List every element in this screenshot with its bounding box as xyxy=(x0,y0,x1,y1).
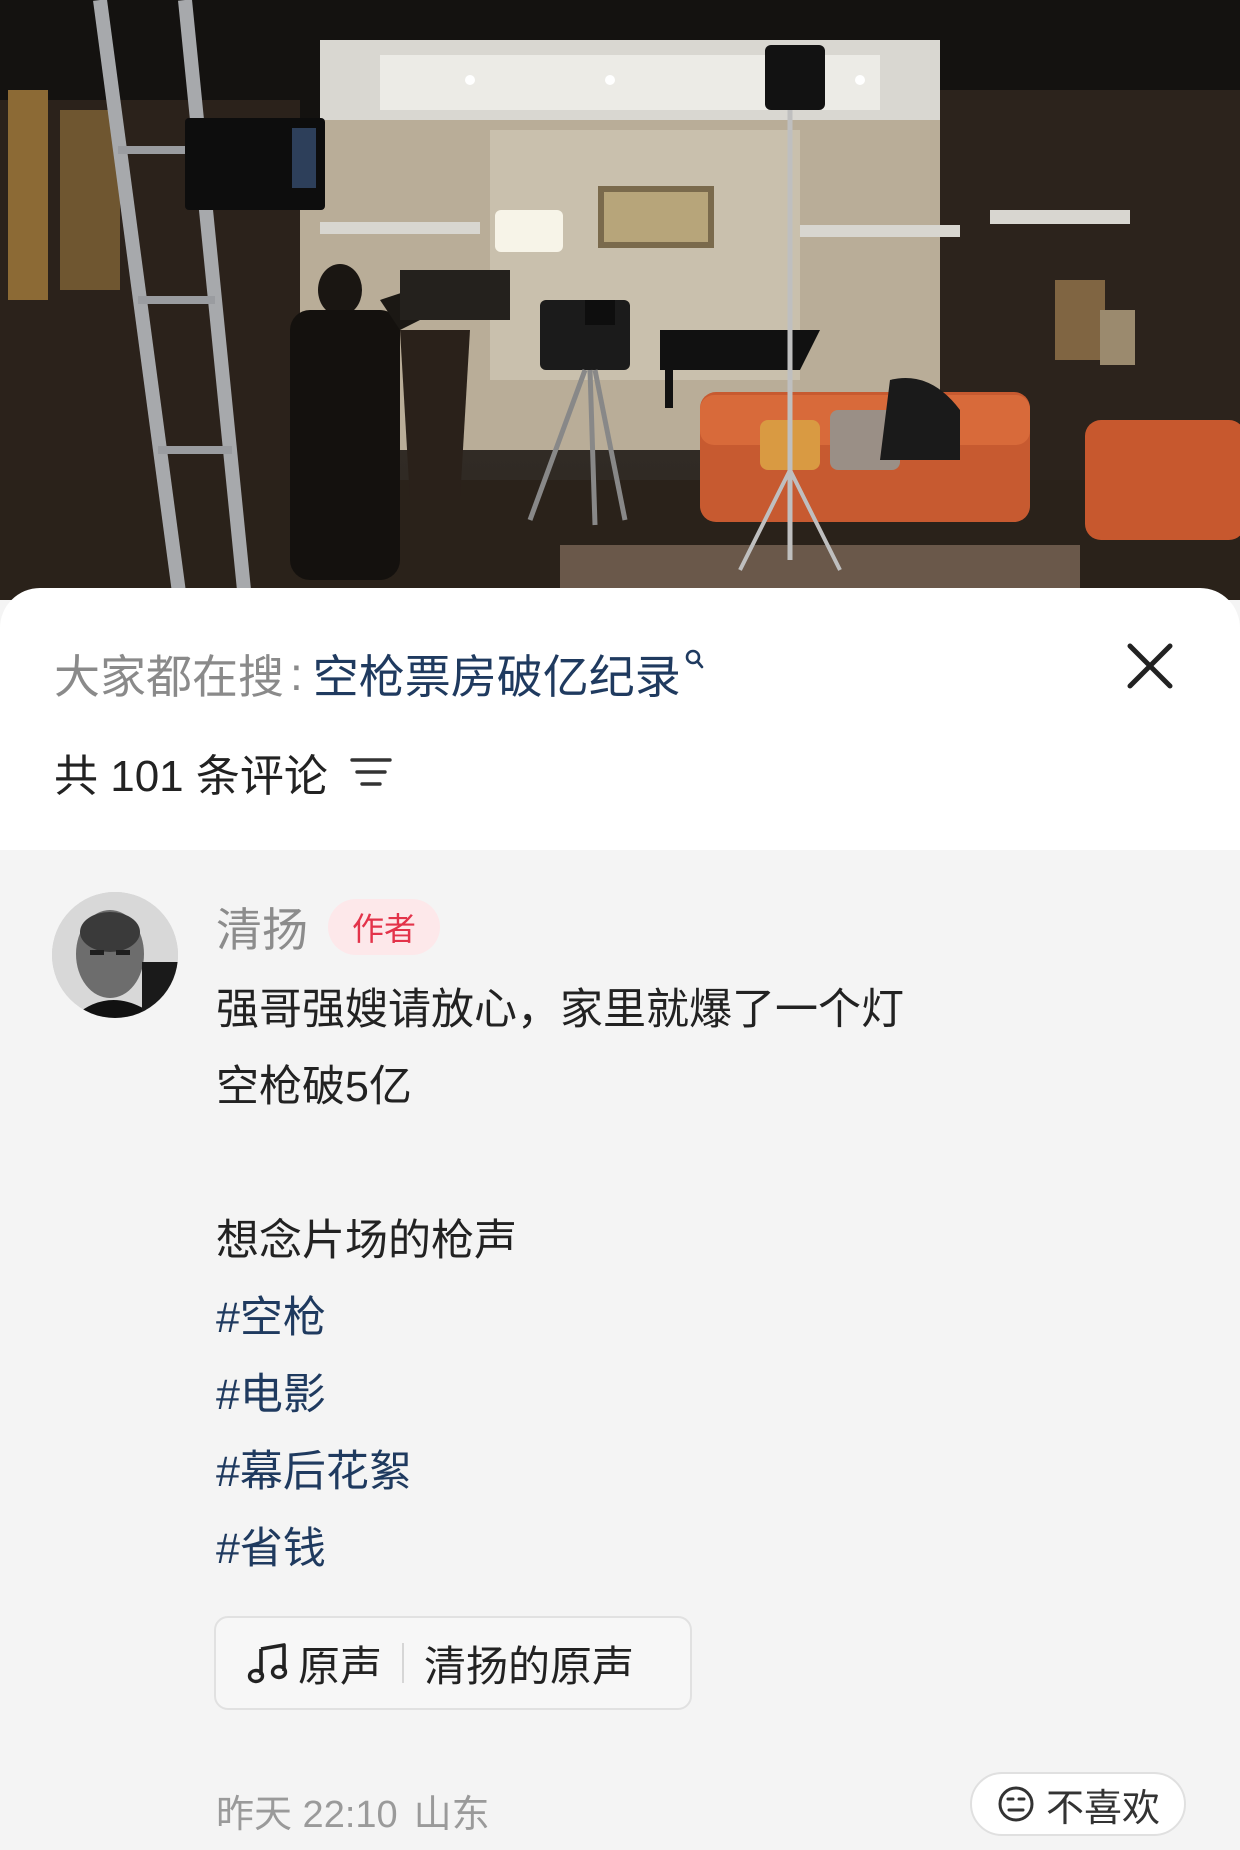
frown-face-icon xyxy=(998,1786,1034,1822)
close-icon xyxy=(1127,643,1173,689)
comment-line: 想念片场的枪声 xyxy=(216,1217,517,1265)
music-title: 清扬的原声 xyxy=(424,1642,635,1690)
search-icon xyxy=(685,649,704,669)
avatar-image xyxy=(52,892,178,1018)
avatar[interactable] xyxy=(52,892,178,1018)
comment-line-blank xyxy=(216,1126,1116,1203)
hot-search-separator: : xyxy=(290,648,303,700)
comment-line: 空枪破5亿 xyxy=(216,1063,412,1111)
sort-icon[interactable] xyxy=(350,755,392,789)
hot-search-prefix: 大家都在搜 xyxy=(54,651,284,703)
music-note-icon xyxy=(247,1643,288,1684)
comment-time: 昨天 22:10 xyxy=(216,1793,398,1836)
hashtag-link[interactable]: #幕后花絮 xyxy=(216,1434,1116,1511)
hashtag-link[interactable]: #电影 xyxy=(216,1357,1116,1434)
comment-sheet-header xyxy=(0,588,1240,850)
comment-author-row: 清扬 作者 xyxy=(216,894,441,960)
comment-count-row: 共 101 条评论 xyxy=(54,744,392,801)
behind-the-scenes-image xyxy=(0,0,1240,600)
music-divider xyxy=(402,1643,405,1683)
comment-line: 强哥强嫂请放心，家里就爆了一个灯 xyxy=(216,986,904,1034)
hashtag-link[interactable]: #省钱 xyxy=(216,1511,1116,1588)
hot-search-term[interactable]: 空枪票房破亿纪录 xyxy=(313,641,681,707)
author-name[interactable]: 清扬 xyxy=(216,894,308,960)
comment-location: 山东 xyxy=(413,1793,490,1836)
dislike-label: 不喜欢 xyxy=(1045,1787,1160,1830)
hashtag-link[interactable]: #空枪 xyxy=(216,1280,1116,1357)
music-label: 原声 xyxy=(298,1642,383,1690)
video-frame[interactable] xyxy=(0,0,1240,600)
original-sound-chip[interactable]: 原声 清扬的原声 xyxy=(214,1616,692,1710)
comment-meta: 昨天 22:10 山东 xyxy=(216,1782,490,1838)
comment-count: 共 101 条评论 xyxy=(54,752,328,801)
comment-body: 强哥强嫂请放心，家里就爆了一个灯 空枪破5亿 想念片场的枪声 #空枪 #电影 #… xyxy=(216,972,1116,1588)
close-button[interactable] xyxy=(1120,636,1180,696)
dislike-button[interactable]: 不喜欢 xyxy=(970,1772,1186,1836)
hot-search-bar[interactable]: 大家都在搜 : 空枪票房破亿纪录 xyxy=(54,644,705,704)
author-badge: 作者 xyxy=(328,899,441,955)
